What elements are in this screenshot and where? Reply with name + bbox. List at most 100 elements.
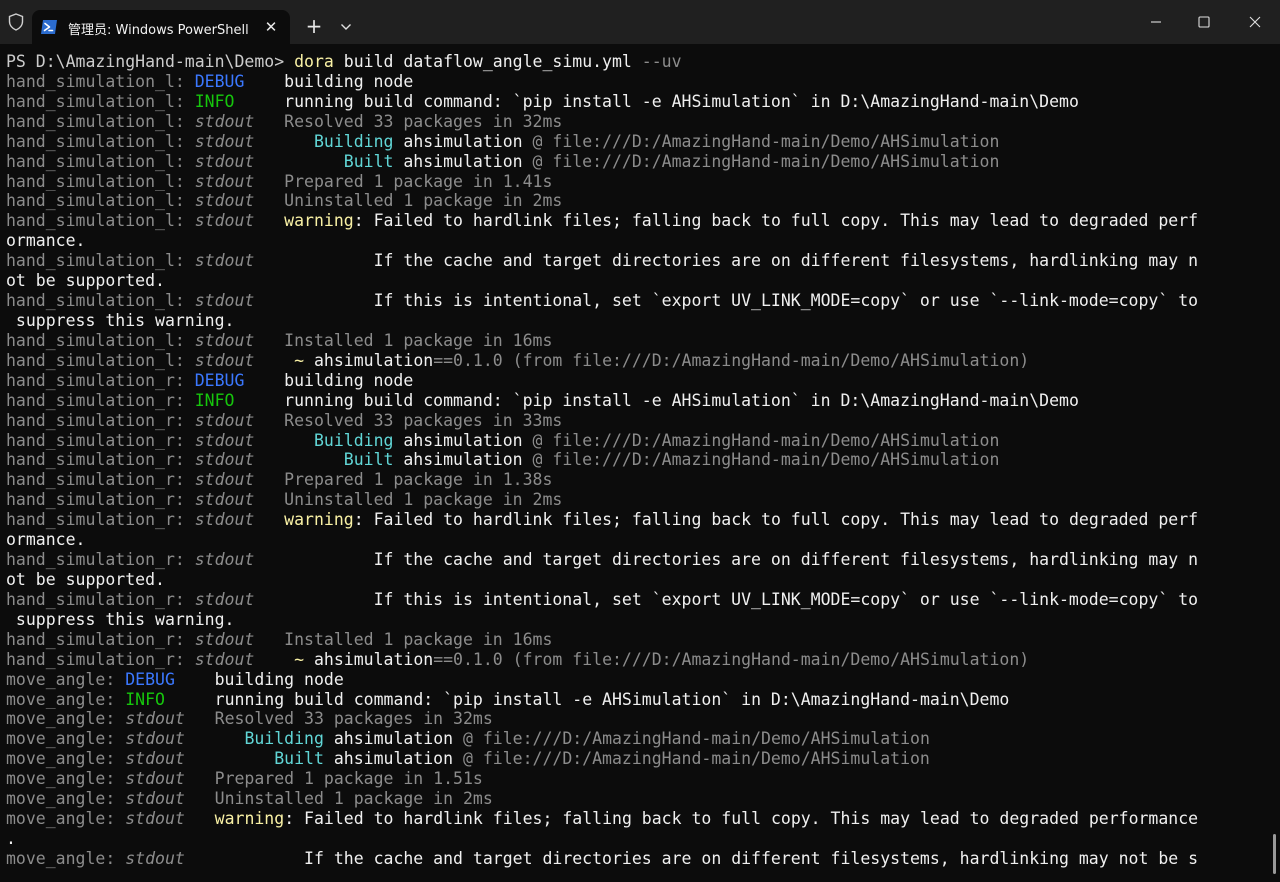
- terminal-text: move_angle:: [6, 689, 126, 709]
- terminal-text: building node: [174, 669, 344, 689]
- new-tab-button[interactable]: +: [300, 14, 328, 40]
- terminal-text: ahsimulation: [393, 131, 523, 151]
- terminal-text: @ file:///D:/AmazingHand-main/Demo/AHSim…: [522, 430, 1000, 450]
- terminal-text: hand_simulation_l:: [6, 131, 195, 151]
- terminal-line: move_angle: stdout Building ahsimulation…: [6, 729, 1266, 749]
- terminal-text: warning: [214, 809, 285, 829]
- terminal-text: hand_simulation_l:: [6, 91, 195, 111]
- terminal-text: move_angle:: [6, 809, 126, 829]
- terminal-line: move_angle: stdout Built ahsimulation @ …: [6, 749, 1266, 769]
- terminal-text: warning: [284, 510, 354, 530]
- terminal-text: INFO: [194, 390, 235, 410]
- terminal-text: stdout: [194, 330, 255, 350]
- terminal-line: move_angle: stdout If the cache and targ…: [6, 849, 1266, 869]
- terminal-text: hand_simulation_r:: [6, 649, 195, 669]
- terminal-text: hand_simulation_l:: [6, 211, 195, 231]
- terminal-line: move_angle: INFO running build command: …: [6, 690, 1266, 710]
- terminal-text: @ file:///D:/AmazingHand-main/Demo/AHSim…: [522, 131, 1000, 151]
- terminal-text: hand_simulation_r:: [6, 370, 195, 390]
- terminal-text: : Failed to hardlink files; falling back…: [284, 809, 1199, 829]
- terminal-text: hand_simulation_l:: [6, 111, 195, 131]
- terminal-line: hand_simulation_l: INFO running build co…: [6, 92, 1266, 112]
- terminal-text: building node: [244, 370, 414, 390]
- terminal-text: : Failed to hardlink files; falling back…: [353, 211, 1199, 231]
- close-window-button[interactable]: [1231, 0, 1279, 44]
- terminal-line: move_angle: stdout Prepared 1 package in…: [6, 769, 1266, 789]
- terminal-text: If the cache and target directories are …: [184, 848, 1199, 868]
- terminal-text: running build command: `pip install -e A…: [164, 689, 1010, 709]
- terminal-text: suppress this warning.: [6, 609, 235, 629]
- terminal-text: stdout: [194, 589, 255, 609]
- terminal-text: Installed 1 package in 16ms: [254, 629, 553, 649]
- shield-icon: [6, 12, 26, 32]
- terminal-text: stdout: [194, 350, 255, 370]
- terminal-line: hand_simulation_r: stdout Building ahsim…: [6, 431, 1266, 451]
- terminal-line: move_angle: stdout Resolved 33 packages …: [6, 709, 1266, 729]
- terminal-text: stdout: [125, 729, 185, 749]
- terminal-text: stdout: [194, 251, 255, 271]
- scrollbar[interactable]: [1273, 834, 1276, 874]
- terminal-line: move_angle: DEBUG building node: [6, 670, 1266, 690]
- minimize-button[interactable]: [1132, 0, 1180, 44]
- tab-title: 管理员: Windows PowerShell: [68, 23, 249, 38]
- terminal-text: stdout: [194, 211, 255, 231]
- terminal-line: hand_simulation_r: INFO running build co…: [6, 391, 1266, 411]
- terminal-line: hand_simulation_r: stdout Built ahsimula…: [6, 450, 1266, 470]
- terminal-text: Resolved 33 packages in 32ms: [254, 111, 563, 131]
- terminal-line: suppress this warning.: [6, 311, 1266, 331]
- terminal-text: Resolved 33 packages in 33ms: [254, 410, 563, 430]
- terminal-text: stdout: [194, 171, 255, 191]
- terminal-line: hand_simulation_l: stdout Uninstalled 1 …: [6, 191, 1266, 211]
- terminal-text: stdout: [194, 550, 255, 570]
- terminal-text: If this is intentional, set `export UV_L…: [254, 291, 1199, 311]
- terminal-line: hand_simulation_l: DEBUG building node: [6, 72, 1266, 92]
- terminal-line: move_angle: stdout Uninstalled 1 package…: [6, 789, 1266, 809]
- terminal-text: running build command: `pip install -e A…: [234, 91, 1079, 111]
- terminal-pane[interactable]: PS D:\AmazingHand-main\Demo> dora build …: [0, 44, 1280, 882]
- terminal-text: hand_simulation_l:: [6, 291, 195, 311]
- terminal-text: ==0.1.0 (from file:///D:/AmazingHand-mai…: [433, 350, 1030, 370]
- maximize-button[interactable]: [1180, 0, 1228, 44]
- terminal-text: hand_simulation_l:: [6, 71, 195, 91]
- terminal-text: Uninstalled 1 package in 2ms: [184, 789, 493, 809]
- chevron-down-icon[interactable]: [334, 14, 358, 40]
- terminal-line: hand_simulation_l: stdout Resolved 33 pa…: [6, 112, 1266, 132]
- terminal-text: stdout: [125, 789, 185, 809]
- terminal-line: hand_simulation_l: stdout Prepared 1 pac…: [6, 172, 1266, 192]
- terminal-text: Built: [343, 450, 394, 470]
- terminal-text: ~: [294, 350, 305, 370]
- terminal-text: hand_simulation_r:: [6, 510, 195, 530]
- terminal-text: DEBUG: [194, 71, 245, 91]
- terminal-text: move_angle:: [6, 749, 126, 769]
- terminal-text: ot be supported.: [6, 569, 165, 589]
- terminal-text: hand_simulation_r:: [6, 629, 195, 649]
- terminal-text: dora: [294, 52, 334, 71]
- close-icon: [1249, 16, 1261, 28]
- terminal-text: warning: [284, 211, 354, 231]
- tab-powershell[interactable]: 管理员: Windows PowerShell ✕: [32, 10, 290, 44]
- terminal-line: ot be supported.: [6, 271, 1266, 291]
- terminal-output: PS D:\AmazingHand-main\Demo> dora build …: [6, 52, 1266, 869]
- close-tab-icon[interactable]: ✕: [260, 16, 282, 38]
- terminal-text: stdout: [194, 111, 255, 131]
- terminal-line: hand_simulation_r: stdout Uninstalled 1 …: [6, 490, 1266, 510]
- terminal-text: stdout: [194, 629, 255, 649]
- terminal-text: @ file:///D:/AmazingHand-main/Demo/AHSim…: [522, 151, 1000, 171]
- terminal-text: Uninstalled 1 package in 2ms: [254, 191, 563, 211]
- terminal-line: hand_simulation_r: stdout warning: Faile…: [6, 510, 1266, 530]
- minimize-icon: [1151, 21, 1161, 23]
- terminal-text: : Failed to hardlink files; falling back…: [353, 510, 1199, 530]
- terminal-text: move_angle:: [6, 789, 126, 809]
- terminal-text: If the cache and target directories are …: [254, 251, 1199, 271]
- terminal-text: hand_simulation_r:: [6, 430, 195, 450]
- terminal-line: hand_simulation_l: stdout warning: Faile…: [6, 211, 1266, 231]
- terminal-text: ormance.: [6, 530, 86, 550]
- terminal-text: hand_simulation_r:: [6, 410, 195, 430]
- terminal-text: Prepared 1 package in 1.41s: [254, 171, 553, 191]
